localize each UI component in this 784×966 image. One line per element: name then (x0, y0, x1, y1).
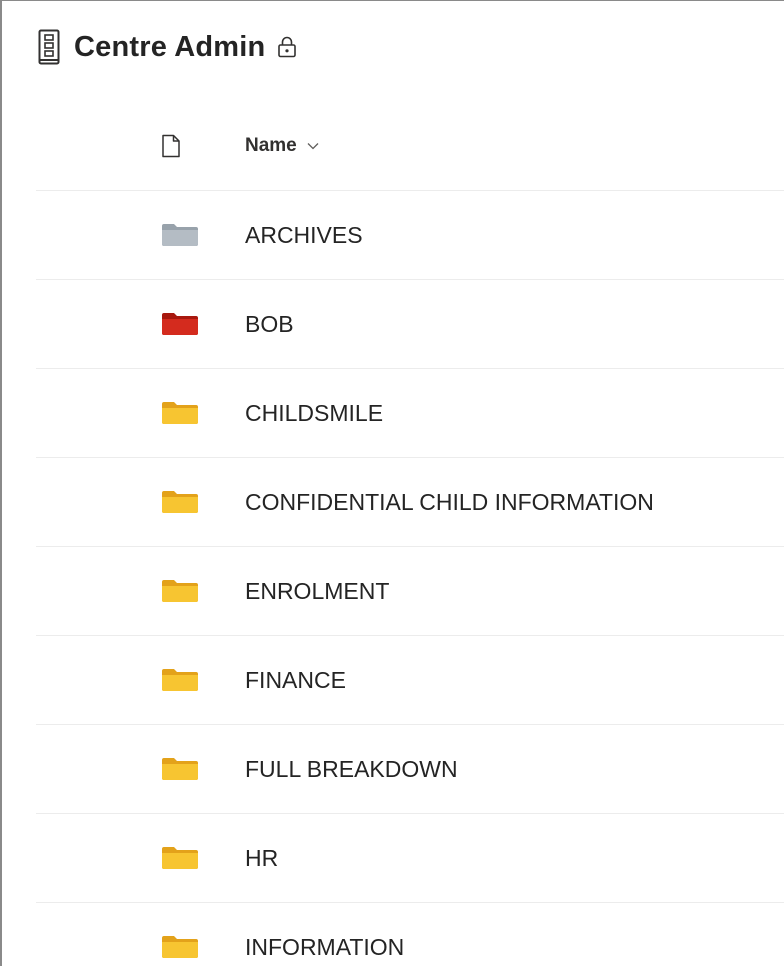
folder-name[interactable]: BOB (245, 280, 294, 368)
folder-icon (161, 458, 201, 546)
folder-icon (161, 191, 201, 279)
folder-icon (161, 725, 201, 813)
folder-name[interactable]: CONFIDENTIAL CHILD INFORMATION (245, 458, 654, 546)
library-header: Centre Admin (36, 23, 299, 71)
list-item[interactable]: FULL BREAKDOWN (36, 725, 784, 814)
folder-icon (161, 369, 201, 457)
folder-name[interactable]: HR (245, 814, 278, 902)
folder-name[interactable]: FULL BREAKDOWN (245, 725, 458, 813)
column-header-row: Name (36, 102, 784, 191)
document-library-view: Centre Admin Name ARCHIVES BOB CHILDSMIL… (0, 0, 784, 966)
name-column-header[interactable]: Name (245, 102, 319, 190)
list-item[interactable]: FINANCE (36, 636, 784, 725)
folder-name[interactable]: FINANCE (245, 636, 346, 724)
list-item[interactable]: BOB (36, 280, 784, 369)
folder-icon (161, 814, 201, 902)
folder-name[interactable]: ARCHIVES (245, 191, 363, 279)
page-title: Centre Admin (74, 30, 266, 63)
folder-icon (161, 903, 201, 966)
file-list: Name ARCHIVES BOB CHILDSMILE CONFIDENTIAL C… (36, 102, 784, 966)
list-item[interactable]: CHILDSMILE (36, 369, 784, 458)
file-type-column-header[interactable] (161, 102, 201, 190)
list-item[interactable]: ARCHIVES (36, 191, 784, 280)
list-item[interactable]: INFORMATION (36, 903, 784, 966)
document-library-icon (36, 27, 62, 67)
list-item[interactable]: CONFIDENTIAL CHILD INFORMATION (36, 458, 784, 547)
folder-name[interactable]: ENROLMENT (245, 547, 389, 635)
file-icon (162, 134, 180, 158)
name-column-label: Name (245, 135, 297, 156)
list-item[interactable]: ENROLMENT (36, 547, 784, 636)
lock-icon (277, 35, 299, 59)
folder-name[interactable]: CHILDSMILE (245, 369, 383, 457)
folder-icon (161, 547, 201, 635)
folder-icon (161, 636, 201, 724)
list-item[interactable]: HR (36, 814, 784, 903)
chevron-down-icon (307, 142, 319, 150)
folder-icon (161, 280, 201, 368)
folder-name[interactable]: INFORMATION (245, 903, 404, 966)
